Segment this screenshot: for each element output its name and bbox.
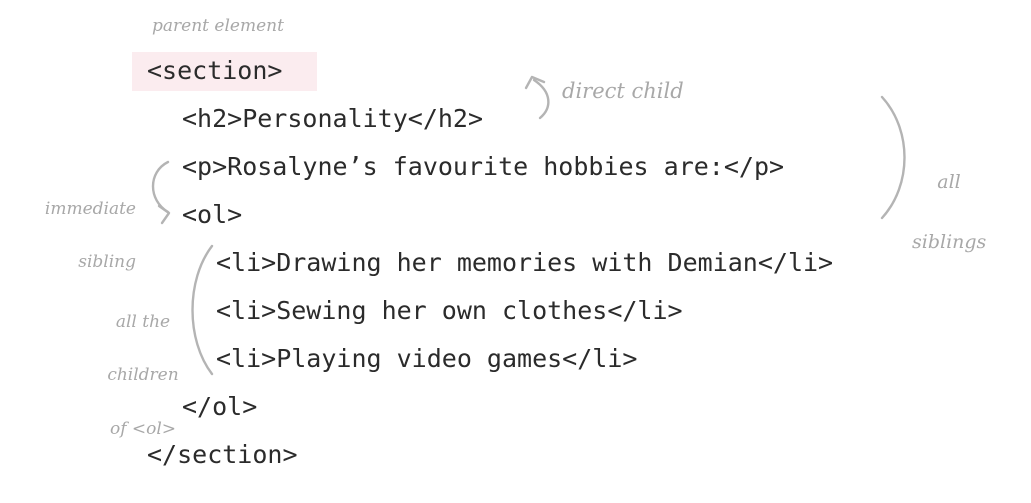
all-siblings-bracket [880,95,906,220]
annotation-strokes [151,75,906,376]
immediate-sibling-arrow [151,160,170,214]
immediate-sibling-arrow-head [157,204,171,225]
all-children-bracket [191,244,214,376]
direct-child-arrow [532,78,550,120]
